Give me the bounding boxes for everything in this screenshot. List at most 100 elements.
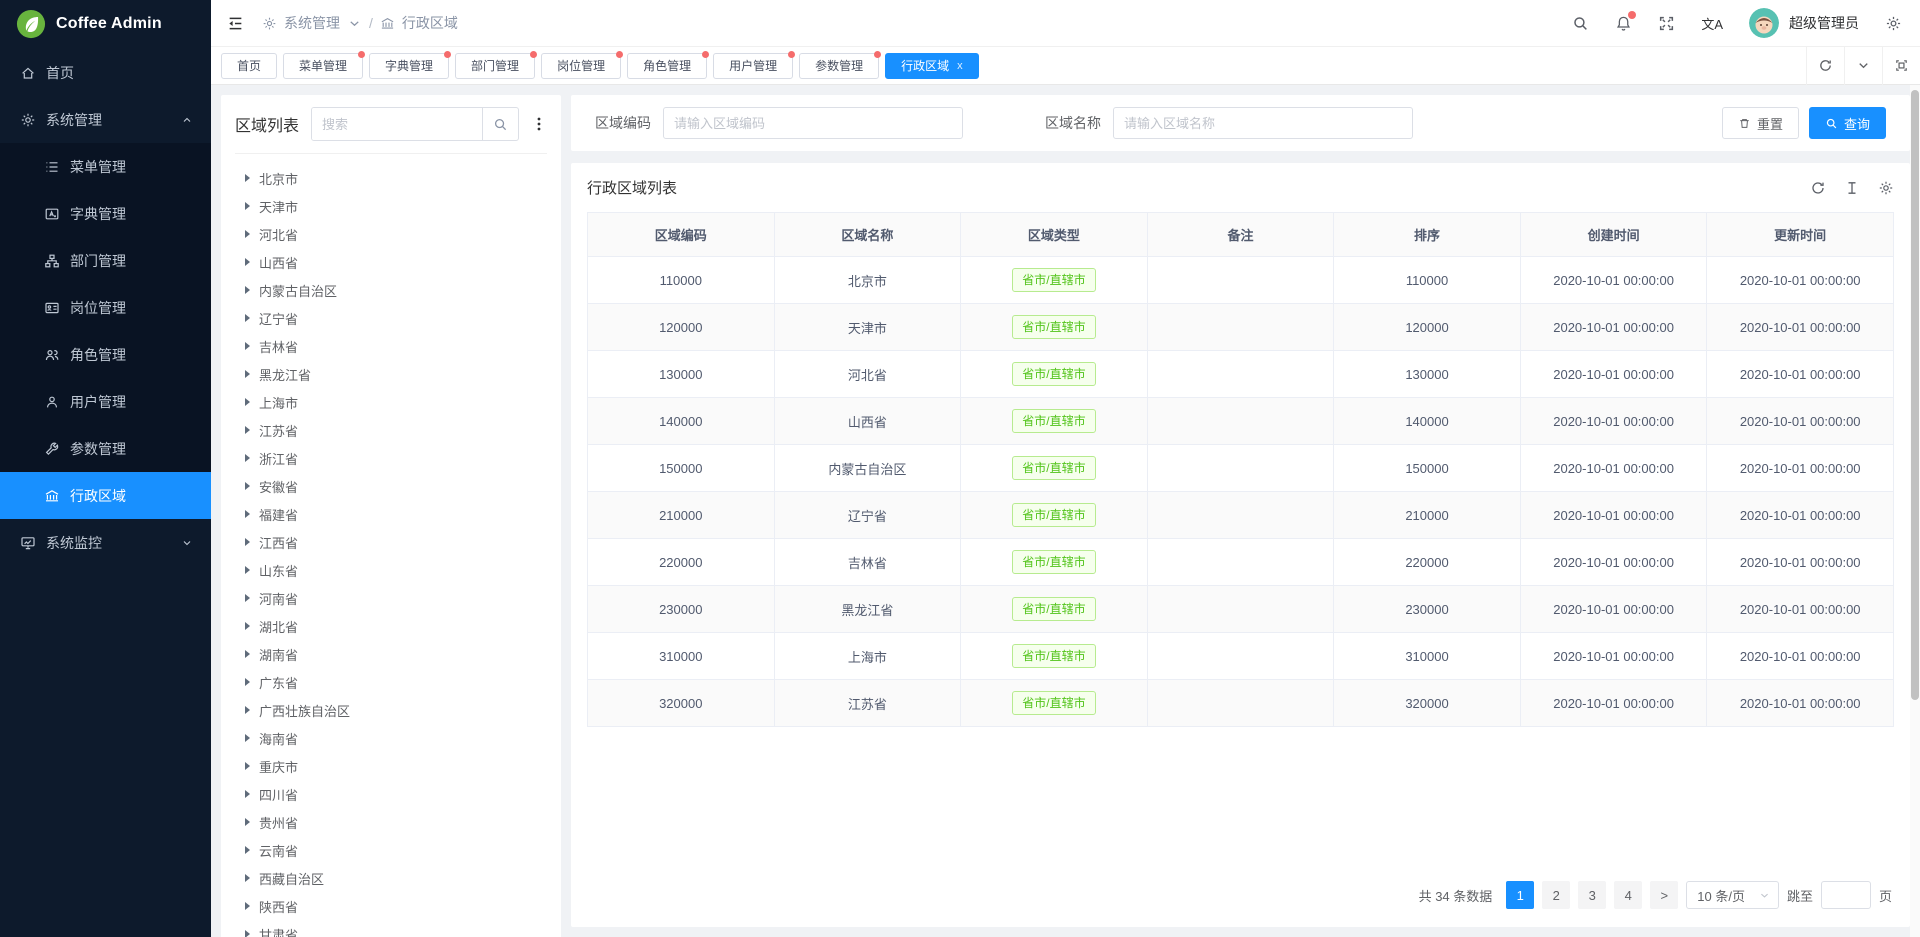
sidebar-item[interactable]: 用户管理 [0,378,211,425]
scrollbar-thumb[interactable] [1911,90,1919,700]
table-row[interactable]: 150000内蒙古自治区省市/直辖市1500002020-10-01 00:00… [588,445,1894,492]
tree-item[interactable]: 海南省 [235,724,547,752]
table-row[interactable]: 230000黑龙江省省市/直辖市2300002020-10-01 00:00:0… [588,586,1894,633]
settings-gear-icon[interactable] [1885,15,1902,32]
caret-right-icon[interactable] [245,454,250,462]
tree-item[interactable]: 天津市 [235,192,547,220]
sidebar-item[interactable]: 系统管理 [0,96,211,143]
caret-right-icon[interactable] [245,426,250,434]
caret-right-icon[interactable] [245,398,250,406]
caret-right-icon[interactable] [245,510,250,518]
sidebar-item[interactable]: 岗位管理 [0,284,211,331]
caret-right-icon[interactable] [245,538,250,546]
page-button[interactable]: 3 [1578,881,1606,909]
tab[interactable]: 用户管理 [713,53,793,79]
tree-item[interactable]: 河北省 [235,220,547,248]
caret-right-icon[interactable] [245,370,250,378]
user-name[interactable]: 超级管理员 [1789,13,1859,33]
tree-item[interactable]: 广东省 [235,668,547,696]
table-row[interactable]: 310000上海市省市/直辖市3100002020-10-01 00:00:00… [588,633,1894,680]
table-row[interactable]: 320000江苏省省市/直辖市3200002020-10-01 00:00:00… [588,680,1894,727]
tab[interactable]: 菜单管理 [283,53,363,79]
breadcrumb-page[interactable]: 行政区域 [402,13,458,33]
tree-item[interactable]: 辽宁省 [235,304,547,332]
table-row[interactable]: 120000天津市省市/直辖市1200002020-10-01 00:00:00… [588,304,1894,351]
tab-menu-chevron-icon[interactable] [1844,47,1882,85]
caret-right-icon[interactable] [245,566,250,574]
caret-right-icon[interactable] [245,202,250,210]
tree-search-input[interactable] [312,108,482,140]
breadcrumb-section[interactable]: 系统管理 [284,13,340,33]
tree-item[interactable]: 陕西省 [235,892,547,920]
tree-item[interactable]: 重庆市 [235,752,547,780]
table-row[interactable]: 220000吉林省省市/直辖市2200002020-10-01 00:00:00… [588,539,1894,586]
caret-right-icon[interactable] [245,174,250,182]
tree-item[interactable]: 西藏自治区 [235,864,547,892]
sidebar-item[interactable]: 字典管理 [0,190,211,237]
translate-icon[interactable]: 文A [1701,14,1723,33]
caret-right-icon[interactable] [245,762,250,770]
caret-right-icon[interactable] [245,258,250,266]
search-icon[interactable] [1572,15,1589,32]
page-scrollbar[interactable] [1910,85,1920,937]
table-row[interactable]: 140000山西省省市/直辖市1400002020-10-01 00:00:00… [588,398,1894,445]
tab-close-icon[interactable]: x [957,60,963,72]
reset-button[interactable]: 重置 [1722,107,1799,139]
caret-right-icon[interactable] [245,818,250,826]
sidebar-item[interactable]: 参数管理 [0,425,211,472]
page-button[interactable]: 4 [1614,881,1642,909]
tree-item[interactable]: 江苏省 [235,416,547,444]
caret-right-icon[interactable] [245,230,250,238]
notification-bell-icon[interactable] [1615,15,1632,32]
sidebar-item[interactable]: 角色管理 [0,331,211,378]
caret-right-icon[interactable] [245,846,250,854]
tree-item[interactable]: 安徽省 [235,472,547,500]
tree-search-button[interactable] [482,108,518,140]
avatar[interactable] [1749,8,1779,38]
caret-right-icon[interactable] [245,734,250,742]
table-row[interactable]: 210000辽宁省省市/直辖市2100002020-10-01 00:00:00… [588,492,1894,539]
tab[interactable]: 部门管理 [455,53,535,79]
row-density-icon[interactable] [1844,180,1860,196]
table-row[interactable]: 130000河北省省市/直辖市1300002020-10-01 00:00:00… [588,351,1894,398]
tab[interactable]: 首页 [221,53,277,79]
caret-right-icon[interactable] [245,706,250,714]
page-button[interactable]: 1 [1506,881,1534,909]
caret-right-icon[interactable] [245,482,250,490]
column-settings-icon[interactable] [1878,180,1894,196]
sidebar-collapse-icon[interactable] [227,15,244,32]
sidebar-item[interactable]: 菜单管理 [0,143,211,190]
caret-right-icon[interactable] [245,930,250,937]
tree-item[interactable]: 甘肃省 [235,920,547,937]
fullscreen-icon[interactable] [1658,15,1675,32]
query-button[interactable]: 查询 [1809,107,1886,139]
maximize-icon[interactable] [1882,47,1920,85]
tree-item[interactable]: 河南省 [235,584,547,612]
refresh-icon[interactable] [1806,47,1844,85]
tab[interactable]: 岗位管理 [541,53,621,79]
jump-page-input[interactable] [1821,881,1871,909]
caret-right-icon[interactable] [245,286,250,294]
tree-item[interactable]: 山东省 [235,556,547,584]
tree-item[interactable]: 云南省 [235,836,547,864]
region-code-input[interactable] [663,107,963,139]
tree-item[interactable]: 内蒙古自治区 [235,276,547,304]
tree-item[interactable]: 广西壮族自治区 [235,696,547,724]
tree-item[interactable]: 湖北省 [235,612,547,640]
page-size-select[interactable]: 10 条/页 [1686,881,1779,909]
table-row[interactable]: 110000北京市省市/直辖市1100002020-10-01 00:00:00… [588,257,1894,304]
sidebar-item[interactable]: 首页 [0,49,211,96]
sidebar-item[interactable]: 系统监控 [0,519,211,566]
tab[interactable]: 行政区域x [885,53,979,79]
page-button[interactable]: 2 [1542,881,1570,909]
tab[interactable]: 字典管理 [369,53,449,79]
caret-right-icon[interactable] [245,902,250,910]
tree-item[interactable]: 四川省 [235,780,547,808]
tab[interactable]: 参数管理 [799,53,879,79]
tree-item[interactable]: 山西省 [235,248,547,276]
brand-logo[interactable]: Coffee Admin [0,0,211,47]
tab[interactable]: 角色管理 [627,53,707,79]
tree-item[interactable]: 江西省 [235,528,547,556]
tree-more-icon[interactable] [531,116,547,132]
table-refresh-icon[interactable] [1810,180,1826,196]
